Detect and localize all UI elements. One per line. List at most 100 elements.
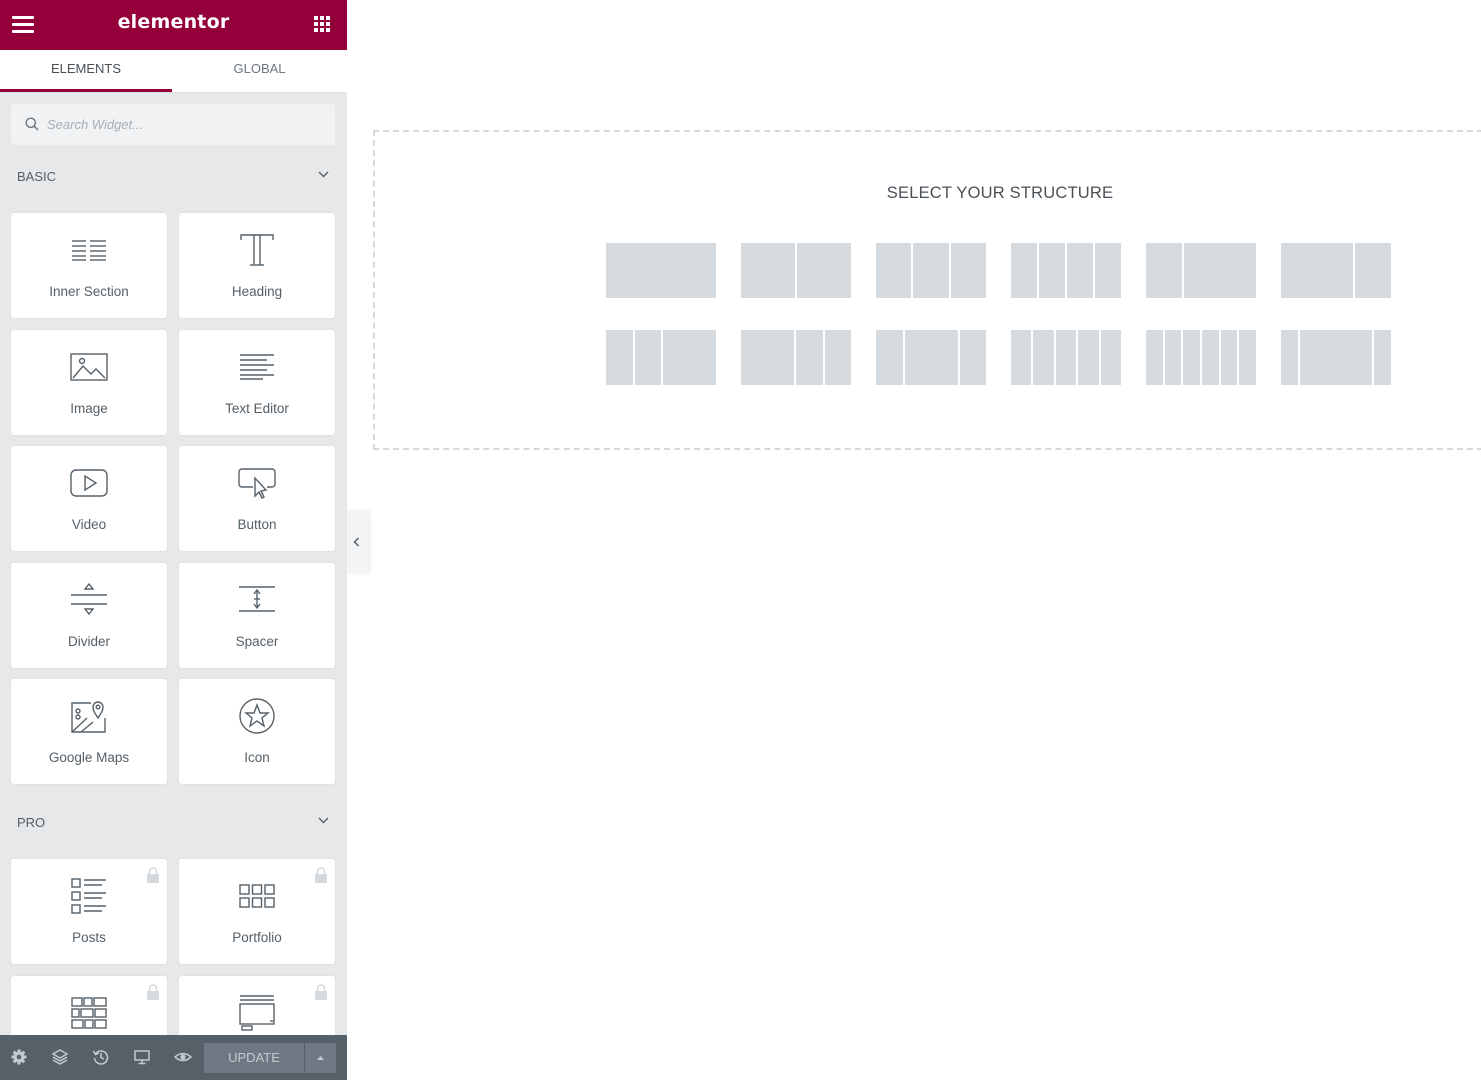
structure-column <box>904 330 958 385</box>
structure-preset[interactable] <box>876 243 986 298</box>
widget-posts[interactable]: Posts <box>11 859 167 964</box>
posts-icon <box>71 878 106 914</box>
structure-column <box>1184 243 1256 298</box>
widget-label: Video <box>71 517 107 532</box>
tab-global[interactable]: GLOBAL <box>172 50 347 92</box>
widget-label: Posts <box>72 930 106 945</box>
structure-column <box>876 330 903 385</box>
widget-label: Image <box>70 401 108 416</box>
widget-video[interactable]: Video <box>11 446 167 551</box>
caret-up-icon <box>317 1056 324 1060</box>
update-button[interactable]: UPDATE <box>204 1043 304 1073</box>
structure-column <box>1146 243 1182 298</box>
structure-preset[interactable] <box>606 330 716 385</box>
structure-column <box>797 243 851 298</box>
structure-preset[interactable] <box>1011 243 1121 298</box>
structure-preset[interactable] <box>1281 243 1391 298</box>
inner-section-icon <box>72 240 106 261</box>
responsive-icon[interactable] <box>133 1048 151 1066</box>
chevron-left-icon <box>353 537 360 547</box>
heading-icon <box>240 234 274 266</box>
structure-column <box>606 330 633 385</box>
history-icon[interactable] <box>92 1048 110 1066</box>
update-options-button[interactable] <box>305 1043 336 1073</box>
collapse-panel-button[interactable] <box>347 511 368 573</box>
structure-preset[interactable] <box>741 243 851 298</box>
structure-column <box>959 330 986 385</box>
widget-portfolio[interactable]: Portfolio <box>179 859 335 964</box>
structure-column <box>1100 330 1121 385</box>
structure-preset[interactable] <box>1011 330 1121 385</box>
structure-preset[interactable] <box>1146 330 1256 385</box>
slides-icon <box>239 995 275 1031</box>
widget-label: Button <box>237 517 277 532</box>
image-icon <box>70 353 108 381</box>
search-icon <box>25 117 39 131</box>
google-maps-icon <box>71 701 106 733</box>
widget-google-maps[interactable]: Google Maps <box>11 679 167 784</box>
editor-panel: elementor ELEMENTS GLOBAL BASIC Inner Se… <box>0 0 347 1080</box>
panel-header: elementor <box>0 0 347 50</box>
widget-label: Spacer <box>235 634 279 649</box>
structure-selector: SELECT YOUR STRUCTURE <box>373 130 1481 450</box>
tab-elements[interactable]: ELEMENTS <box>0 50 172 92</box>
category-title: PRO <box>17 815 46 830</box>
structure-column <box>741 243 795 298</box>
structure-column <box>1239 330 1256 385</box>
gallery-icon <box>71 997 107 1029</box>
star-icon <box>239 698 275 734</box>
search-input[interactable] <box>47 104 327 145</box>
structure-column <box>1011 243 1037 298</box>
structure-column <box>1011 330 1032 385</box>
widget-text-editor[interactable]: Text Editor <box>179 330 335 435</box>
structure-column <box>950 243 986 298</box>
structure-column <box>1300 330 1372 385</box>
hamburger-menu-icon[interactable] <box>12 15 34 35</box>
widget-label: Heading <box>231 284 283 299</box>
divider-icon <box>71 582 107 616</box>
structure-column <box>1281 243 1353 298</box>
preview-icon[interactable] <box>174 1048 192 1066</box>
category-title: BASIC <box>17 169 57 184</box>
widget-label: Inner Section <box>49 284 129 299</box>
structure-column <box>1281 330 1299 385</box>
structure-column <box>1095 243 1121 298</box>
structure-preset[interactable] <box>741 330 851 385</box>
structure-preset[interactable] <box>876 330 986 385</box>
structure-preset[interactable] <box>606 243 716 298</box>
lock-icon <box>147 867 159 883</box>
widget-label: Google Maps <box>48 750 130 765</box>
structure-column <box>1164 330 1182 385</box>
settings-icon[interactable] <box>10 1048 28 1066</box>
structure-preset[interactable] <box>1146 243 1256 298</box>
structure-column <box>606 243 716 298</box>
structure-column <box>1201 330 1219 385</box>
category-basic-header[interactable]: BASIC <box>17 166 335 186</box>
widget-icon[interactable]: Icon <box>179 679 335 784</box>
structure-column <box>824 330 851 385</box>
chevron-down-icon <box>318 817 329 824</box>
widget-label: Text Editor <box>225 401 289 416</box>
widget-label: Icon <box>244 750 270 765</box>
category-pro-header[interactable]: PRO <box>17 812 335 832</box>
structure-column <box>1355 243 1391 298</box>
structure-column <box>913 243 949 298</box>
widget-image[interactable]: Image <box>11 330 167 435</box>
widget-button[interactable]: Button <box>179 446 335 551</box>
structure-column <box>1220 330 1238 385</box>
text-editor-icon <box>240 354 274 380</box>
structure-column <box>741 330 794 385</box>
elementor-logo: elementor <box>117 11 230 33</box>
lock-icon <box>315 867 327 883</box>
navigator-icon[interactable] <box>51 1048 69 1066</box>
widget-heading[interactable]: Heading <box>179 213 335 318</box>
panel-tabs: ELEMENTS GLOBAL <box>0 50 347 93</box>
widget-divider[interactable]: Divider <box>11 563 167 668</box>
widgets-grid-icon[interactable] <box>314 16 331 33</box>
structure-preset[interactable] <box>1281 330 1391 385</box>
widget-spacer[interactable]: Spacer <box>179 563 335 668</box>
widget-inner-section[interactable]: Inner Section <box>11 213 167 318</box>
lock-icon <box>147 984 159 1000</box>
structure-column <box>1146 330 1163 385</box>
structure-column <box>1033 330 1054 385</box>
